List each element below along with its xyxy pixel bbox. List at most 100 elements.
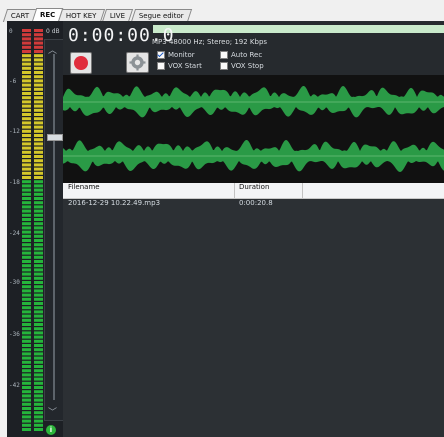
meter-segment (22, 398, 31, 402)
meter-segment (22, 360, 31, 364)
meter-segment (34, 41, 43, 45)
meter-segment (22, 83, 31, 87)
meter-segment (22, 381, 31, 385)
meter-segment (34, 218, 43, 221)
meter-segment (22, 276, 31, 280)
meter-segment (22, 323, 31, 326)
meter-segment (34, 335, 43, 339)
meter-segment (22, 423, 31, 427)
meter-segment (34, 381, 43, 385)
meter-segment (34, 129, 43, 133)
monitor-checkbox[interactable]: Monitor (157, 51, 195, 59)
meter-segment (34, 327, 43, 331)
meter-segment (34, 188, 43, 192)
recording-panel: 0 -6 -12 -18 -24 -30 -36 -42 0 dB ︿ ﹀ i … (7, 21, 444, 437)
meter-segment (34, 201, 43, 205)
meter-segment (34, 260, 43, 263)
fader-down-chevron-icon[interactable]: ﹀ (48, 405, 57, 418)
meter-segment (22, 306, 31, 310)
meter-segment (34, 415, 43, 419)
meter-segment (34, 71, 43, 74)
meter-label-minus-6: -6 (9, 78, 17, 85)
meter-segment (22, 197, 31, 200)
meter-segment (22, 348, 31, 352)
meter-segment (22, 264, 31, 268)
meter-label-0: 0 (9, 28, 13, 35)
meter-segment (22, 134, 31, 137)
meter-label-minus-30: -30 (9, 279, 20, 286)
monitor-checkbox-box (157, 51, 165, 59)
meter-segment (34, 411, 43, 415)
meter-segment (22, 377, 31, 381)
meter-segment (22, 205, 31, 209)
waveform-channel (63, 86, 444, 118)
meter-segment (34, 407, 43, 410)
meter-segment (34, 50, 43, 53)
meter-segment (34, 180, 43, 184)
filename-column-header[interactable]: Filename (68, 183, 100, 198)
auto-rec-checkbox[interactable]: Auto Rec (220, 51, 262, 59)
gain-fader[interactable]: ︿ ﹀ (44, 39, 64, 421)
meter-segment (34, 377, 43, 381)
meter-segment (34, 239, 43, 242)
meter-segment (34, 58, 43, 62)
meter-segment (22, 54, 31, 58)
meter-segment (34, 360, 43, 364)
meter-segment (34, 146, 43, 150)
meter-segment (22, 163, 31, 167)
info-icon[interactable]: i (46, 425, 56, 435)
meter-segment (34, 134, 43, 137)
table-row[interactable]: 2016-12-29 10.22.49.mp3 0:00:20.8 (63, 199, 444, 209)
duration-column-header[interactable]: Duration (239, 183, 269, 198)
meter-segment (34, 150, 43, 154)
meter-segment (34, 33, 43, 37)
meter-segment (22, 41, 31, 45)
meter-segment (22, 218, 31, 221)
meter-segment (34, 323, 43, 326)
meter-segment (22, 129, 31, 133)
duration-cell: 0:00:20.8 (239, 199, 273, 207)
meter-segment (34, 306, 43, 310)
meter-segment (22, 239, 31, 242)
recorder-controls: 0:00:00.0 MP3 48000 Hz; Stereo; 192 Kbps (63, 21, 444, 75)
meter-segment (22, 79, 31, 83)
meter-segment (22, 230, 31, 234)
meter-segment (22, 142, 31, 146)
meter-segment (22, 104, 31, 108)
meter-segment (22, 188, 31, 192)
meter-segment (22, 331, 31, 335)
meter-label-minus-42: -42 (9, 382, 20, 389)
column-divider (302, 183, 303, 198)
meter-segment (34, 331, 43, 335)
meter-segment (34, 293, 43, 297)
monitor-checkbox-label: Monitor (168, 51, 195, 59)
meter-segment (34, 230, 43, 234)
meter-segment (22, 352, 31, 356)
meter-segment (22, 201, 31, 205)
settings-button[interactable] (126, 52, 149, 73)
vox-start-checkbox[interactable]: VOX Start (157, 62, 202, 70)
meter-segment (22, 251, 31, 255)
meter-segment (22, 92, 31, 95)
fader-knob[interactable] (47, 134, 63, 141)
fader-track (53, 54, 55, 400)
meter-segment (22, 50, 31, 53)
meter-segment (34, 356, 43, 360)
meter-segment (34, 37, 43, 41)
meter-segment (34, 192, 43, 196)
meter-segment (34, 209, 43, 213)
right-level-meter (34, 29, 43, 431)
meter-segment (22, 100, 31, 104)
meter-segment (22, 293, 31, 297)
meter-segment (34, 167, 43, 171)
vox-stop-checkbox[interactable]: VOX Stop (220, 62, 264, 70)
meter-segment (34, 125, 43, 129)
meter-segment (22, 314, 31, 318)
meter-segment (22, 268, 31, 272)
meter-segment (34, 268, 43, 272)
vox-start-checkbox-box (157, 62, 165, 70)
meter-segment (34, 247, 43, 251)
meter-segment (22, 155, 31, 158)
record-button[interactable] (70, 52, 92, 74)
recorder-content: 0:00:00.0 MP3 48000 Hz; Stereo; 192 Kbps (63, 21, 444, 437)
